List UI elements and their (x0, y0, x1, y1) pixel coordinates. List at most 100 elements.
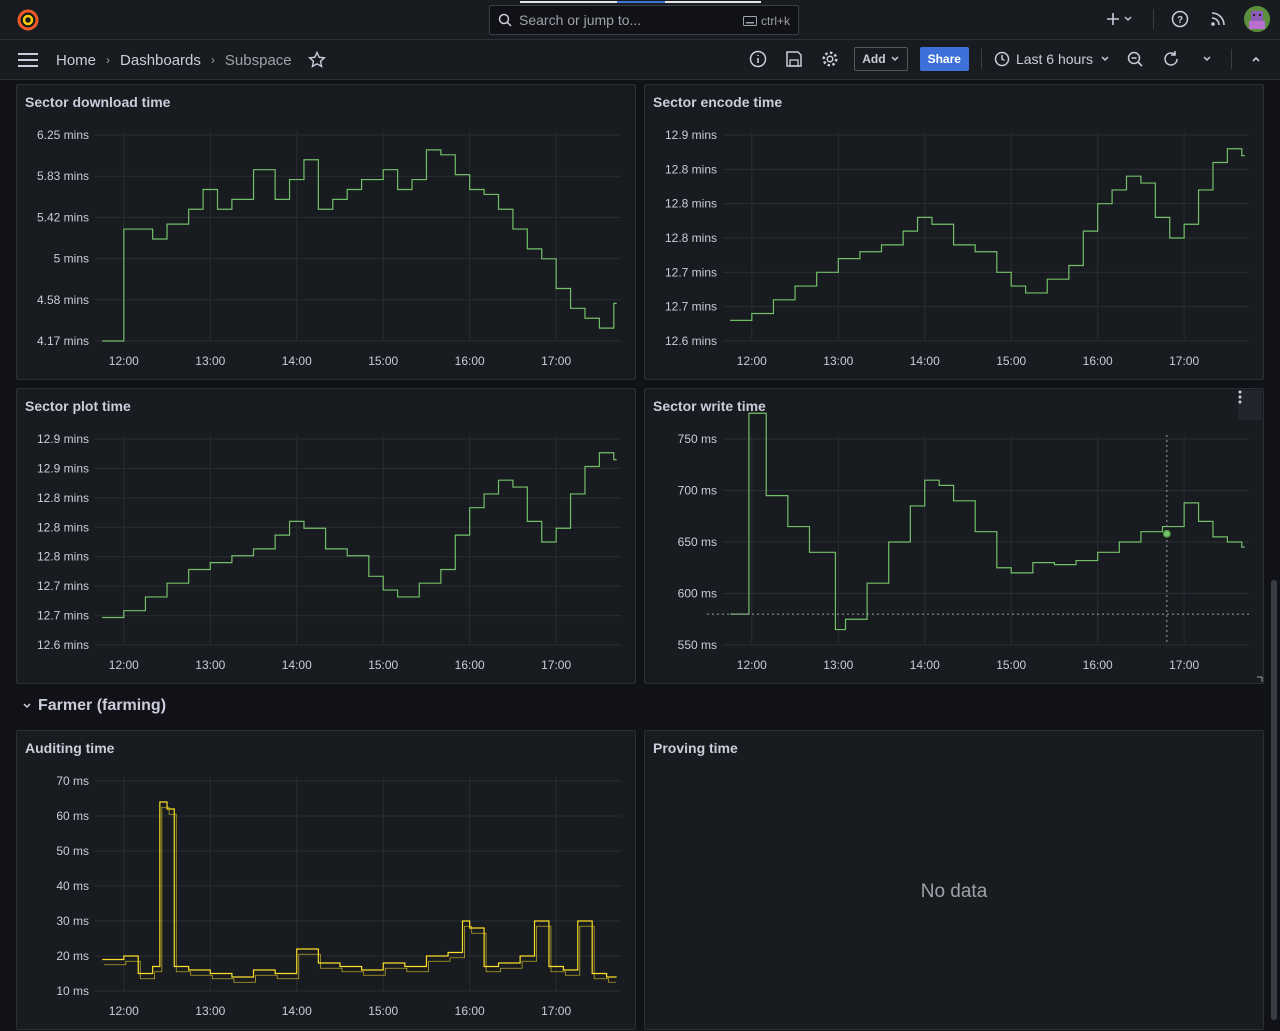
collapse-chevron-up-icon[interactable] (1244, 47, 1268, 71)
search-shortcut: ctrl+k (742, 14, 790, 28)
x-tick-label: 13:00 (195, 658, 225, 672)
share-button[interactable]: Share (919, 47, 969, 71)
y-tick-label: 10 ms (56, 984, 89, 998)
panel-sector-write-time[interactable]: Sector write time 750 ms 700 ms 650 ms 600 … (644, 388, 1264, 684)
news-rss-icon[interactable] (1206, 7, 1230, 31)
y-tick-label: 12.8 mins (665, 231, 717, 245)
y-tick-label: 12.9 mins (37, 432, 89, 446)
y-tick-label: 600 ms (678, 587, 717, 601)
y-tick-label: 5 mins (54, 252, 89, 266)
y-tick-label: 30 ms (56, 914, 89, 928)
x-tick-label: 12:00 (737, 354, 767, 368)
chart-sector-write-time: 750 ms 700 ms 650 ms 600 ms 550 ms 12:00 13:00… (678, 412, 1263, 682)
keyboard-icon (742, 16, 757, 26)
breadcrumb-dashboards[interactable]: Dashboards (120, 52, 201, 69)
y-tick-label: 40 ms (56, 879, 89, 893)
panel-sector-encode-time[interactable]: Sector encode time 12.9 mins 12.8 mins 12.… (644, 84, 1264, 380)
y-tick-label: 12.6 mins (665, 334, 717, 348)
y-tick-label: 12.7 mins (37, 579, 89, 593)
page-scrollbar[interactable] (1271, 580, 1277, 1020)
x-tick-label: 15:00 (368, 1004, 398, 1018)
x-tick-label: 13:00 (195, 354, 225, 368)
y-tick-label: 5.42 mins (37, 210, 89, 224)
chart-sector-download-time: 6.25 mins 5.83 mins 5.42 mins 5 mins 4.58 mi… (37, 128, 621, 368)
y-tick-label: 5.83 mins (37, 169, 89, 183)
add-new-plus-icon[interactable] (1103, 7, 1139, 31)
dashboard-info-icon[interactable] (746, 47, 770, 71)
y-tick-label: 20 ms (56, 949, 89, 963)
x-tick-label: 17:00 (541, 354, 571, 368)
series-line (102, 801, 617, 978)
x-tick-label: 12:00 (109, 658, 139, 672)
save-dashboard-icon[interactable] (782, 47, 806, 71)
search-shortcut-text: ctrl+k (760, 14, 790, 28)
svg-text:?: ? (1177, 15, 1183, 26)
chart-sector-plot-time: 12.9 mins 12.9 mins 12.8 mins 12.8 mins 12.8… (37, 432, 621, 672)
series-line (102, 149, 617, 342)
search-placeholder: Search or jump to... (519, 12, 642, 28)
x-tick-label: 16:00 (455, 658, 485, 672)
chevron-down-icon (891, 56, 899, 62)
x-tick-label: 17:00 (1169, 658, 1199, 672)
x-tick-label: 12:00 (737, 658, 767, 672)
panel-proving-time[interactable]: Proving time No data (644, 730, 1264, 1030)
y-tick-label: 6.25 mins (37, 128, 89, 142)
x-tick-label: 15:00 (996, 354, 1026, 368)
y-tick-label: 12.8 mins (665, 162, 717, 176)
dashboard-settings-gear-icon[interactable] (818, 47, 842, 71)
y-tick-label: 12.9 mins (665, 128, 717, 142)
series-line (730, 148, 1245, 321)
refresh-icon[interactable] (1159, 47, 1183, 71)
x-tick-label: 16:00 (455, 1004, 485, 1018)
x-tick-label: 15:00 (368, 354, 398, 368)
time-range-label: Last 6 hours (1015, 51, 1093, 67)
zoom-out-icon[interactable] (1123, 47, 1147, 71)
x-tick-label: 15:00 (368, 658, 398, 672)
x-tick-label: 16:00 (1083, 354, 1113, 368)
chevron-right-icon: › (210, 53, 215, 67)
panel-menu-icon[interactable] (1238, 390, 1262, 420)
menu-hamburger-icon[interactable] (17, 50, 39, 70)
help-icon[interactable]: ? (1168, 7, 1192, 31)
series-line (730, 412, 1245, 631)
hover-point (1162, 529, 1171, 538)
y-tick-label: 12.8 mins (37, 520, 89, 534)
row-header-farmer-farming[interactable]: Farmer (farming) (22, 697, 166, 715)
user-avatar[interactable] (1244, 6, 1270, 32)
panel-auditing-time[interactable]: Auditing time 70 ms 60 ms 50 ms 40 ms 30 ms 2… (16, 730, 636, 1030)
loading-bar-accent (617, 1, 665, 3)
y-tick-label: 550 ms (678, 638, 717, 652)
x-tick-label: 13:00 (823, 354, 853, 368)
x-tick-label: 14:00 (282, 658, 312, 672)
y-tick-label: 50 ms (56, 844, 89, 858)
y-tick-label: 700 ms (678, 484, 717, 498)
time-range-picker[interactable]: Last 6 hours (994, 51, 1111, 67)
panel-sector-plot-time[interactable]: Sector plot time 12.9 mins 12.9 mins 12.8 … (16, 388, 636, 684)
top-bar: Search or jump to... ctrl+k ? (0, 0, 1280, 40)
search-icon (498, 13, 512, 27)
panel-title[interactable]: Proving time (653, 740, 738, 756)
x-tick-label: 13:00 (195, 1004, 225, 1018)
star-icon[interactable] (307, 51, 326, 69)
x-tick-label: 16:00 (455, 354, 485, 368)
resize-handle-icon[interactable] (1257, 676, 1263, 682)
y-tick-label: 12.7 mins (665, 300, 717, 314)
x-tick-label: 17:00 (1169, 354, 1199, 368)
chevron-right-icon: › (106, 53, 111, 67)
y-tick-label: 650 ms (678, 535, 717, 549)
no-data-message: No data (920, 881, 988, 902)
x-tick-label: 12:00 (109, 354, 139, 368)
divider (1231, 49, 1232, 69)
refresh-interval-chevron-down-icon[interactable] (1195, 47, 1219, 71)
breadcrumb-home[interactable]: Home (56, 52, 96, 69)
y-tick-label: 12.8 mins (37, 550, 89, 564)
x-tick-label: 14:00 (910, 354, 940, 368)
y-tick-label: 4.17 mins (37, 334, 89, 348)
panel-sector-download-time[interactable]: Sector download time 6.25 mins 5.83 mins 5… (16, 84, 636, 380)
search-input[interactable]: Search or jump to... ctrl+k (489, 1, 799, 35)
add-button[interactable]: Add (854, 47, 908, 71)
grafana-logo-icon[interactable] (16, 8, 40, 32)
y-tick-label: 60 ms (56, 809, 89, 823)
dashboard-nav-bar: Home › Dashboards › Subspace Add Share L… (0, 40, 1280, 80)
y-tick-label: 12.7 mins (665, 265, 717, 279)
